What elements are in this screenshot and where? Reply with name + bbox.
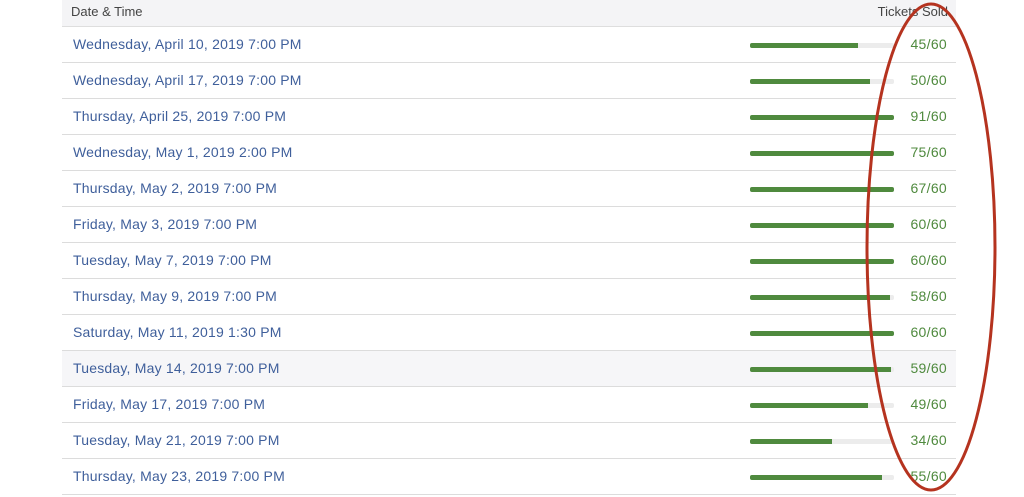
event-date-link[interactable]: Thursday, April 25, 2019 7:00 PM [73,108,286,124]
tickets-progress-fill [750,79,870,84]
tickets-sold-count: 55/60 [910,468,947,484]
tickets-progress-fill [750,187,894,192]
event-date-link[interactable]: Friday, May 3, 2019 7:00 PM [73,216,257,232]
tickets-table: Date & Time Tickets Sold Wednesday, Apri… [62,0,956,495]
table-row: Wednesday, April 17, 2019 7:00 PM 50/60 [62,63,956,99]
tickets-progress-fill [750,439,833,444]
table-row: Thursday, April 25, 2019 7:00 PM 91/60 [62,99,956,135]
tickets-progress-fill [750,403,869,408]
event-date-link[interactable]: Thursday, May 2, 2019 7:00 PM [73,180,277,196]
table-row: Wednesday, May 1, 2019 2:00 PM 75/60 [62,135,956,171]
table-body: Wednesday, April 10, 2019 7:00 PM 45/60 We… [62,27,956,495]
tickets-progress-bar [750,295,894,300]
tickets-progress-bar [750,259,894,264]
tickets-sold-count: 60/60 [910,252,947,268]
tickets-sold-count: 49/60 [910,396,947,412]
event-date-link[interactable]: Saturday, May 11, 2019 1:30 PM [73,324,282,340]
event-date-link[interactable]: Tuesday, May 14, 2019 7:00 PM [73,360,280,376]
tickets-progress-bar [750,403,894,408]
tickets-progress-fill [750,151,894,156]
tickets-progress-bar [750,475,894,480]
tickets-progress-bar [750,439,894,444]
table-row: Thursday, May 2, 2019 7:00 PM 67/60 [62,171,956,207]
tickets-progress-bar [750,115,894,120]
event-date-link[interactable]: Wednesday, May 1, 2019 2:00 PM [73,144,293,160]
tickets-sold-count: 34/60 [910,432,947,448]
tickets-sold-count: 50/60 [910,72,947,88]
event-date-link[interactable]: Wednesday, April 10, 2019 7:00 PM [73,36,302,52]
tickets-progress-fill [750,43,858,48]
tickets-progress-fill [750,259,894,264]
tickets-progress-fill [750,475,883,480]
tickets-progress-fill [750,115,894,120]
tickets-progress-bar [750,151,894,156]
table-row: Tuesday, May 21, 2019 7:00 PM 34/60 [62,423,956,459]
tickets-sold-count: 75/60 [910,144,947,160]
tickets-sold-count: 45/60 [910,36,947,52]
tickets-progress-bar [750,79,894,84]
table-row: Thursday, May 23, 2019 7:00 PM 55/60 [62,459,956,495]
tickets-progress-fill [750,331,894,336]
event-date-link[interactable]: Tuesday, May 21, 2019 7:00 PM [73,432,280,448]
tickets-sold-count: 67/60 [910,180,947,196]
table-row: Thursday, May 9, 2019 7:00 PM 58/60 [62,279,956,315]
event-date-link[interactable]: Wednesday, April 17, 2019 7:00 PM [73,72,302,88]
tickets-sold-count: 58/60 [910,288,947,304]
table-header: Date & Time Tickets Sold [62,0,956,27]
tickets-progress-bar [750,43,894,48]
tickets-progress-bar [750,223,894,228]
tickets-progress-bar [750,367,894,372]
table-row: Friday, May 17, 2019 7:00 PM 49/60 [62,387,956,423]
tickets-sold-count: 60/60 [910,324,947,340]
table-row: Saturday, May 11, 2019 1:30 PM 60/60 [62,315,956,351]
tickets-sold-column-header: Tickets Sold [877,4,948,19]
table-row: Wednesday, April 10, 2019 7:00 PM 45/60 [62,27,956,63]
event-date-link[interactable]: Friday, May 17, 2019 7:00 PM [73,396,265,412]
tickets-sold-count: 60/60 [910,216,947,232]
tickets-progress-bar [750,331,894,336]
tickets-progress-bar [750,187,894,192]
tickets-progress-fill [750,223,894,228]
table-row: Tuesday, May 7, 2019 7:00 PM 60/60 [62,243,956,279]
event-date-link[interactable]: Thursday, May 9, 2019 7:00 PM [73,288,277,304]
table-row: Friday, May 3, 2019 7:00 PM 60/60 [62,207,956,243]
event-date-link[interactable]: Thursday, May 23, 2019 7:00 PM [73,468,285,484]
date-time-column-header: Date & Time [71,4,143,19]
tickets-progress-fill [750,367,892,372]
event-date-link[interactable]: Tuesday, May 7, 2019 7:00 PM [73,252,272,268]
tickets-progress-fill [750,295,890,300]
tickets-sold-count: 91/60 [910,108,947,124]
tickets-sold-count: 59/60 [910,360,947,376]
table-row: Tuesday, May 14, 2019 7:00 PM 59/60 [62,351,956,387]
